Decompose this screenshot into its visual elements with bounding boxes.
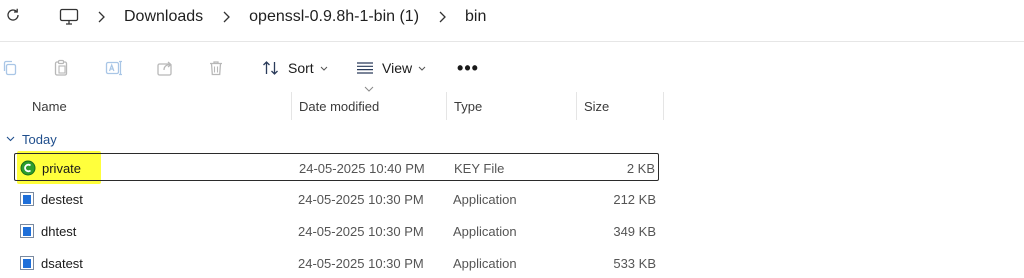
group-header-today[interactable]: Today [6,130,57,148]
chevron-down-icon [6,136,15,142]
column-divider[interactable] [663,92,664,120]
column-header-date-modified[interactable]: Date modified [299,92,379,120]
command-bar: Sort View ••• [0,50,1024,88]
file-type: Application [453,255,517,271]
file-name-cell: private [20,154,81,182]
file-row-dsatest[interactable]: dsatest 24-05-2025 10:30 PM Application … [14,249,659,277]
file-date: 24-05-2025 10:30 PM [298,255,424,271]
chevron-right-icon[interactable] [435,11,449,23]
file-row-destest[interactable]: destest 24-05-2025 10:30 PM Application … [14,185,659,213]
chevron-right-icon[interactable] [94,11,108,23]
column-header-name[interactable]: Name [32,92,67,120]
view-button[interactable]: View [356,55,426,81]
file-name: destest [41,191,83,207]
delete-icon[interactable] [206,58,226,78]
this-pc-icon[interactable] [58,6,80,28]
column-divider[interactable] [446,92,447,120]
file-name: dhtest [41,223,77,239]
file-size: 533 KB [613,255,656,271]
file-type: Application [453,191,517,207]
application-icon [19,191,35,207]
column-header-size[interactable]: Size [584,92,609,120]
file-name: private [42,160,82,176]
address-bar: Downloads openssl-0.9.8h-1-bin (1) bin [0,0,1024,34]
sort-label: Sort [288,60,314,76]
file-date: 24-05-2025 10:40 PM [299,160,425,176]
file-date: 24-05-2025 10:30 PM [298,191,424,207]
chevron-right-icon[interactable] [219,11,233,23]
chevron-down-icon [418,66,426,71]
sort-icon [262,60,280,76]
application-icon [19,223,35,239]
toolbar-divider [0,41,1024,42]
file-size: 349 KB [613,223,656,239]
refresh-icon[interactable] [4,6,22,24]
view-label: View [382,60,413,76]
breadcrumb-item-downloads[interactable]: Downloads [122,6,205,28]
file-name: dsatest [41,255,83,271]
file-row-dhtest[interactable]: dhtest 24-05-2025 10:30 PM Application 3… [14,217,659,245]
file-size: 2 KB [626,160,655,176]
more-options-button[interactable]: ••• [456,58,480,78]
breadcrumb-item-openssl-folder[interactable]: openssl-0.9.8h-1-bin (1) [247,6,421,28]
chevron-down-icon [320,66,328,71]
file-type: KEY File [454,160,505,176]
share-icon[interactable] [155,58,175,78]
file-name-cell: dhtest [19,217,76,245]
group-label: Today [22,131,57,147]
breadcrumb-item-bin[interactable]: bin [463,6,488,28]
key-file-icon [20,160,36,176]
column-divider[interactable] [291,92,292,120]
column-divider[interactable] [576,92,577,120]
rename-icon[interactable] [104,58,124,78]
breadcrumb: Downloads openssl-0.9.8h-1-bin (1) bin [58,0,488,34]
file-row-private[interactable]: private 24-05-2025 10:40 PM KEY File 2 K… [14,153,659,181]
view-icon [356,61,374,75]
file-name-cell: dsatest [19,249,83,277]
copy-icon[interactable] [0,58,20,78]
sort-button[interactable]: Sort [262,55,328,81]
file-size: 212 KB [613,191,656,207]
column-header-row: Name Date modified Type Size [0,92,1024,120]
column-header-type[interactable]: Type [454,92,482,120]
file-date: 24-05-2025 10:30 PM [298,223,424,239]
file-type: Application [453,223,517,239]
application-icon [19,255,35,271]
paste-icon[interactable] [51,58,71,78]
file-name-cell: destest [19,185,83,213]
